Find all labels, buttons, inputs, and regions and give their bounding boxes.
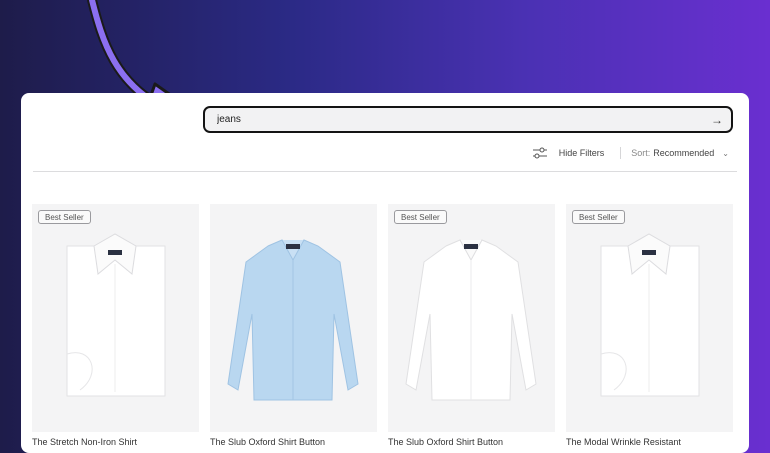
submit-arrow-icon[interactable]: → [711,113,723,127]
product-name[interactable]: The Modal Wrinkle Resistant [566,437,681,447]
folded-shirt-image [600,233,700,397]
product-name[interactable]: The Slub Oxford Shirt Button [210,437,325,447]
sliders-icon [532,147,547,159]
sort-dropdown[interactable]: Sort: Recommended ⌄ [631,148,729,158]
white-button-shirt-image [405,239,537,401]
product-card[interactable]: Best Seller The Stretch Non-Iron Shirt [32,204,199,447]
search-input[interactable] [217,114,711,125]
sort-label: Sort: [631,148,651,158]
hide-filters-label: Hide Filters [558,148,605,158]
button-down-shirt-image [227,239,359,401]
product-card[interactable]: The Slub Oxford Shirt Button [210,204,377,447]
toolbar-divider [620,147,622,159]
product-search-panel: → Hide Filters Sort: Recommended ⌄ Best … [21,93,749,453]
sort-value: Recommended [653,148,715,158]
results-toolbar: Hide Filters Sort: Recommended ⌄ [532,146,729,160]
search-bar: → [203,106,733,133]
product-name[interactable]: The Slub Oxford Shirt Button [388,437,503,447]
toolbar-divider-line [33,171,737,172]
chevron-down-icon: ⌄ [722,148,729,158]
product-card[interactable]: Best Seller The Slub Oxford Shirt Button [388,204,555,447]
folded-shirt-image [66,233,166,397]
product-card[interactable]: Best Seller The Modal Wrinkle Resistant [566,204,733,447]
product-name[interactable]: The Stretch Non-Iron Shirt [32,437,137,447]
hide-filters-button[interactable]: Hide Filters [532,147,605,159]
